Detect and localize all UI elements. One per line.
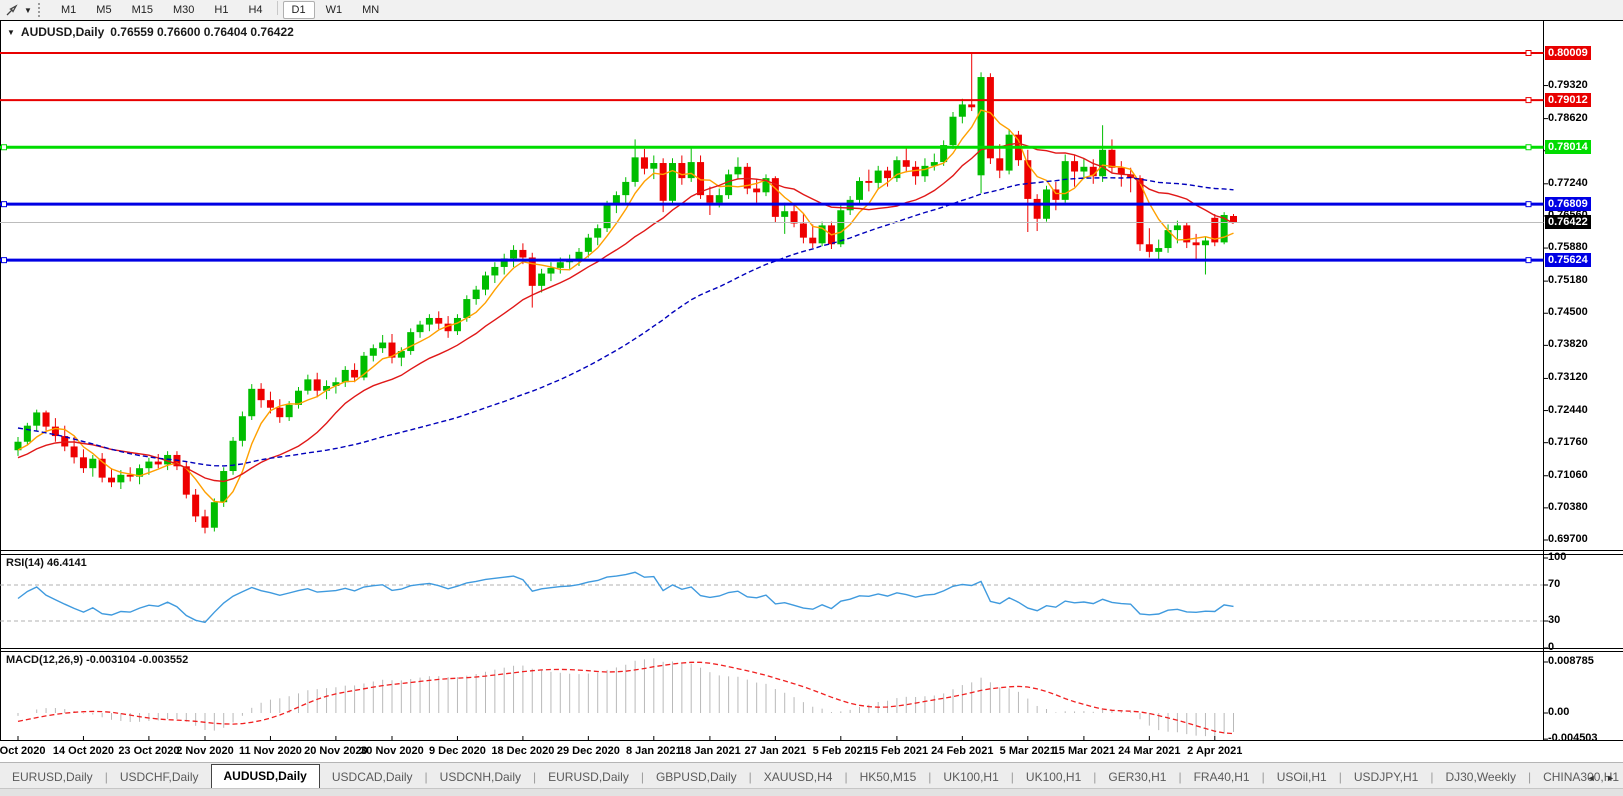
chart-title: ▼ AUDUSD,Daily 0.76559 0.76600 0.76404 0…	[7, 25, 294, 39]
tabs-holder: EURUSD,Daily | USDCHF,Daily AUDUSD,Daily USD…	[0, 764, 1623, 789]
chart-tab-usdchf-daily[interactable]: USDCHF,Daily	[108, 766, 211, 789]
timeframe-button-d1[interactable]: D1	[282, 1, 315, 19]
rsi-axis-tick[interactable]: 100	[1548, 551, 1566, 563]
price-axis-tick[interactable]: 0.70380	[1548, 501, 1588, 513]
hline-price-tag[interactable]: 0.80009	[1545, 46, 1591, 60]
symbol-tab-bar: EURUSD,Daily | USDCHF,Daily AUDUSD,Daily USD…	[0, 762, 1623, 789]
current-price-tag[interactable]: 0.76422	[1545, 215, 1591, 229]
price-axis-tick[interactable]: 0.75880	[1548, 241, 1588, 253]
timeframe-button-h4[interactable]: H4	[239, 1, 271, 19]
price-axis-tick[interactable]: 0.71760	[1548, 436, 1588, 448]
chart-tab-uk100-h1[interactable]: UK100,H1	[1014, 766, 1093, 789]
price-axis-tick[interactable]: 0.69700	[1548, 533, 1588, 545]
chart-tab-dj30-weekly[interactable]: DJ30,Weekly	[1433, 766, 1527, 789]
price-axis-tick[interactable]: 0.78620	[1548, 112, 1588, 124]
hline-price-tag[interactable]: 0.75624	[1545, 253, 1591, 267]
price-axis-tick[interactable]: 0.79320	[1548, 79, 1588, 91]
timeframe-button-w1[interactable]: W1	[317, 1, 352, 19]
timeframe-button-m15[interactable]: M15	[123, 1, 162, 19]
timeframe-button-m5[interactable]: M5	[87, 1, 120, 19]
macd-indicator-label: MACD(12,26,9) -0.003104 -0.003552	[6, 654, 189, 666]
rsi-axis-tick[interactable]: 70	[1548, 578, 1560, 590]
timeframe-button-m30[interactable]: M30	[164, 1, 203, 19]
macd-axis-tick[interactable]: 0.008785	[1548, 655, 1594, 667]
price-axis-tick[interactable]: 0.74500	[1548, 306, 1588, 318]
chart-tab-xauusd-h4[interactable]: XAUUSD,H4	[752, 766, 845, 789]
date-axis-label: 2 Apr 2021	[1187, 745, 1243, 757]
timeframe-buttons: M1 M5 M15 M30 H1 H4 D1 W1 MN	[51, 1, 389, 19]
price-axis-tick[interactable]: 0.73120	[1548, 371, 1588, 383]
chart-tab-audusd-daily[interactable]: AUDUSD,Daily	[210, 764, 320, 789]
chart-tab-eurusd-daily[interactable]: EURUSD,Daily	[0, 766, 105, 789]
chart-cursor-icon[interactable]	[0, 1, 22, 19]
macd-axis-tick[interactable]: -0.004503	[1548, 732, 1598, 744]
crosshair-pointer-icon	[6, 3, 18, 15]
chart-tab-hk50-m15[interactable]: HK50,M15	[848, 766, 929, 789]
chart-tab-fra40-h1[interactable]: FRA40,H1	[1182, 766, 1262, 789]
cursor-dropdown-arrow-icon[interactable]: ▼	[22, 6, 34, 15]
rsi-axis-tick[interactable]: 30	[1548, 614, 1560, 626]
hline-price-tag[interactable]: 0.78014	[1545, 140, 1591, 154]
collapse-triangle-icon[interactable]: ▼	[7, 28, 15, 37]
chart-tab-usdcad-daily[interactable]: USDCAD,Daily	[320, 766, 425, 789]
price-axis-tick[interactable]: 0.75180	[1548, 274, 1588, 286]
macd-axis-tick[interactable]: 0.00	[1548, 706, 1569, 718]
chart-stack: ▼ AUDUSD,Daily 0.76559 0.76600 0.76404 0…	[0, 20, 1623, 744]
toolbar-gripper	[38, 3, 47, 17]
chart-tab-usdcnh-daily[interactable]: USDCNH,Daily	[428, 766, 533, 789]
chart-tab-uk100-h1[interactable]: UK100,H1	[931, 766, 1010, 789]
chart-tab-usoil-h1[interactable]: USOil,H1	[1265, 766, 1339, 789]
chart-tab-ger30-h1[interactable]: GER30,H1	[1096, 766, 1178, 789]
date-axis: 5 Oct 202014 Oct 202023 Oct 20202 Nov 20…	[0, 742, 1623, 762]
timeframe-button-m1[interactable]: M1	[52, 1, 85, 19]
chart-symbol-period: AUDUSD,Daily	[20, 25, 105, 39]
chart-tab-gbpusd-daily[interactable]: GBPUSD,Daily	[644, 766, 749, 789]
timeframe-button-mn[interactable]: MN	[353, 1, 388, 19]
price-axis-tick[interactable]: 0.73820	[1548, 338, 1588, 350]
hline-price-tag[interactable]: 0.79012	[1545, 93, 1591, 107]
price-axis-tick[interactable]: 0.77240	[1548, 177, 1588, 189]
window-bottom-strip	[0, 788, 1623, 796]
chart-tab-eurusd-daily[interactable]: EURUSD,Daily	[536, 766, 641, 789]
price-axis-tick[interactable]: 0.72440	[1548, 404, 1588, 416]
hline-price-tag[interactable]: 0.76809	[1545, 197, 1591, 211]
main-chart-canvas[interactable]	[0, 20, 1623, 742]
rsi-axis-tick[interactable]: 0	[1548, 641, 1554, 653]
price-axis-tick[interactable]: 0.71060	[1548, 469, 1588, 481]
toolbar-separator	[276, 1, 278, 15]
chart-tab-usdjpy-h1[interactable]: USDJPY,H1	[1342, 766, 1430, 789]
timeframe-button-h1[interactable]: H1	[205, 1, 237, 19]
timeframe-toolbar: ▼ M1 M5 M15 M30 H1 H4 D1 W1 MN	[0, 0, 1623, 21]
tab-scroll-arrows[interactable]: ◄ ►	[1587, 773, 1619, 783]
rsi-indicator-label: RSI(14) 46.4141	[6, 557, 87, 569]
chart-ohlc-quote: 0.76559 0.76600 0.76404 0.76422	[110, 25, 294, 39]
trading-platform-window: ▼ M1 M5 M15 M30 H1 H4 D1 W1 MN ▼ AUDUSD,Daily 0.…	[0, 0, 1623, 796]
